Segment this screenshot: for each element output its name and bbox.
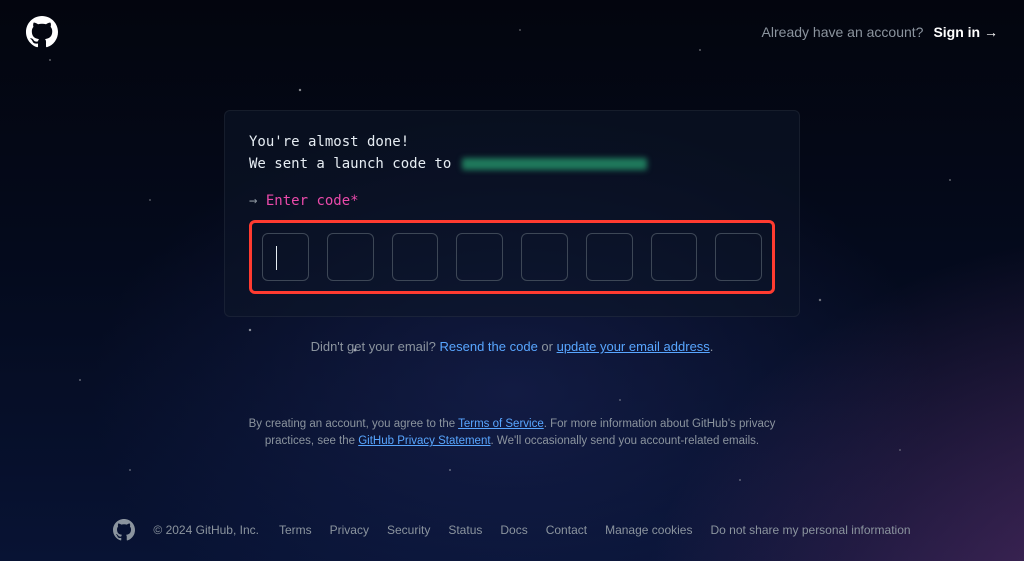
footer-copyright: © 2024 GitHub, Inc. bbox=[153, 523, 259, 537]
github-logo[interactable] bbox=[26, 16, 58, 48]
github-mark-icon bbox=[26, 16, 58, 48]
code-digit-1[interactable] bbox=[262, 233, 309, 281]
github-mark-icon bbox=[113, 519, 135, 541]
code-digit-3[interactable] bbox=[392, 233, 439, 281]
footer-link-docs[interactable]: Docs bbox=[500, 523, 527, 537]
code-input-highlight bbox=[249, 220, 775, 294]
code-digit-8[interactable] bbox=[715, 233, 762, 281]
footer: © 2024 GitHub, Inc. Terms Privacy Securi… bbox=[0, 519, 1024, 541]
verification-card: You're almost done! We sent a launch cod… bbox=[224, 110, 800, 317]
legal-part-1: By creating an account, you agree to the bbox=[249, 418, 458, 430]
already-have-account-text: Already have an account? bbox=[762, 24, 924, 40]
footer-link-privacy[interactable]: Privacy bbox=[330, 523, 369, 537]
redacted-email bbox=[462, 158, 647, 170]
code-digit-7[interactable] bbox=[651, 233, 698, 281]
legal-text: By creating an account, you agree to the… bbox=[232, 416, 792, 451]
privacy-statement-link[interactable]: GitHub Privacy Statement bbox=[358, 435, 490, 447]
footer-link-status[interactable]: Status bbox=[448, 523, 482, 537]
resend-prefix: Didn't get your email? bbox=[311, 339, 440, 354]
footer-link-terms[interactable]: Terms bbox=[279, 523, 312, 537]
footer-link-contact[interactable]: Contact bbox=[546, 523, 587, 537]
resend-or: or bbox=[538, 339, 557, 354]
code-digit-6[interactable] bbox=[586, 233, 633, 281]
code-digit-5[interactable] bbox=[521, 233, 568, 281]
terms-of-service-link[interactable]: Terms of Service bbox=[458, 418, 544, 430]
update-email-link[interactable]: update your email address bbox=[557, 339, 710, 354]
resend-row: Didn't get your email? Resend the code o… bbox=[0, 339, 1024, 354]
launch-code-prefix: We sent a launch code to bbox=[249, 156, 451, 172]
sign-in-link[interactable]: Sign in → bbox=[933, 24, 998, 40]
resend-suffix: . bbox=[710, 339, 714, 354]
prompt-arrow-icon: → bbox=[249, 193, 257, 209]
footer-github-logo[interactable] bbox=[113, 519, 135, 541]
footer-link-manage-cookies[interactable]: Manage cookies bbox=[605, 523, 692, 537]
code-digit-2[interactable] bbox=[327, 233, 374, 281]
resend-code-link[interactable]: Resend the code bbox=[440, 339, 538, 354]
footer-link-do-not-share[interactable]: Do not share my personal information bbox=[710, 523, 910, 537]
footer-link-security[interactable]: Security bbox=[387, 523, 430, 537]
code-digit-4[interactable] bbox=[456, 233, 503, 281]
almost-done-text: You're almost done! bbox=[249, 131, 775, 153]
legal-part-3: . We'll occasionally send you account-re… bbox=[491, 435, 760, 447]
launch-code-sent-text: We sent a launch code to bbox=[249, 153, 775, 175]
enter-code-prompt: → Enter code* bbox=[249, 190, 775, 212]
enter-code-label: Enter code* bbox=[266, 193, 359, 209]
